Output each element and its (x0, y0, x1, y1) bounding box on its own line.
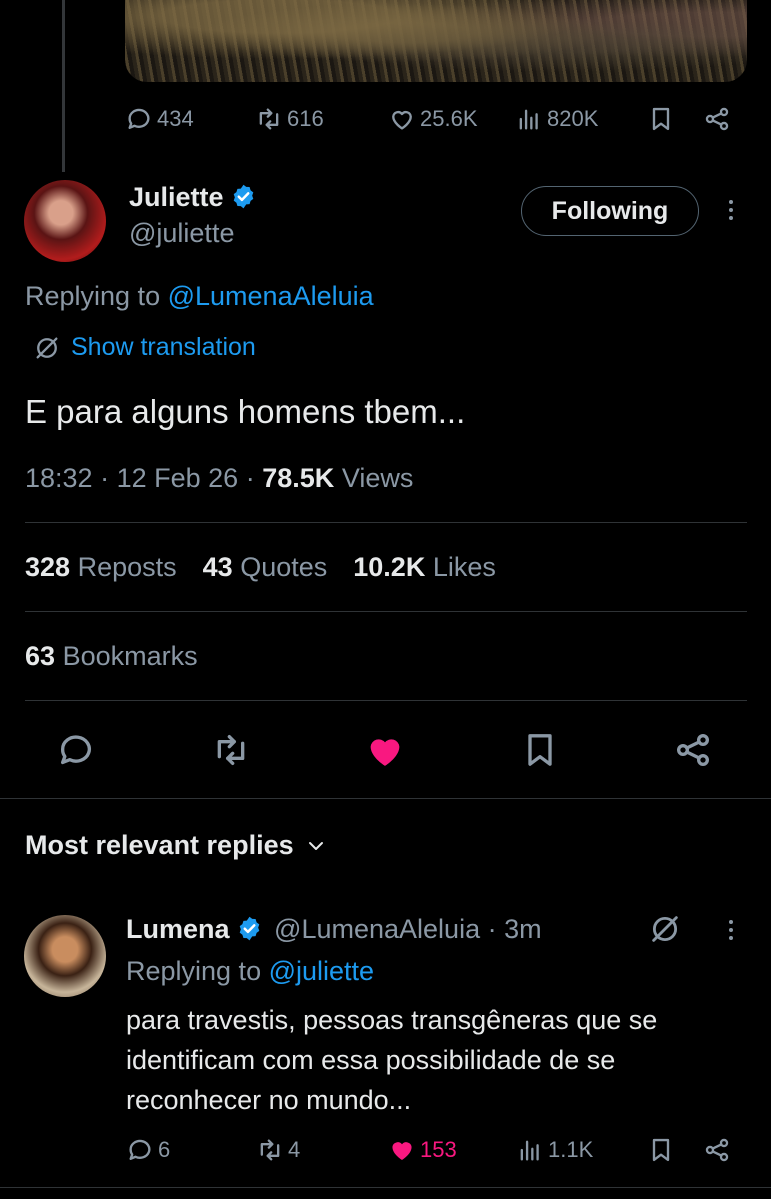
like-action[interactable]: 25.6K (388, 105, 478, 133)
bookmarks-count: 63 (25, 641, 56, 671)
reply-button[interactable] (56, 730, 96, 770)
share-button[interactable] (673, 730, 713, 770)
show-translation-label: Show translation (71, 333, 256, 361)
author-name[interactable]: Juliette (129, 182, 224, 212)
reply-action[interactable]: 434 (125, 105, 194, 133)
divider (25, 522, 747, 523)
quotes-label: Quotes (240, 552, 328, 582)
reply-count: 434 (157, 106, 194, 131)
quotes-stat[interactable]: 43 Quotes (203, 552, 328, 583)
author-handle[interactable]: @juliette (129, 218, 234, 249)
reply-like-action[interactable]: 153 (388, 1136, 457, 1164)
tweet-action-bar (0, 728, 771, 772)
reply-reply-count: 6 (158, 1137, 171, 1162)
translate-globe-icon (33, 334, 61, 362)
tweet-time[interactable]: 18:32 (25, 463, 93, 493)
quotes-count: 43 (202, 552, 233, 582)
reply-text-line: identificam com essa possibilidade de se (126, 1045, 616, 1075)
reply-header: Lumena @LumenaAleluia · 3m (126, 914, 542, 944)
section-divider (0, 1187, 771, 1188)
speech-bubble-icon (125, 105, 153, 133)
following-button[interactable]: Following (521, 186, 699, 236)
section-divider (0, 798, 771, 799)
verified-badge-icon (233, 184, 253, 209)
replies-sort-label: Most relevant replies (25, 830, 294, 860)
replies-sort-dropdown[interactable]: Most relevant replies (25, 830, 328, 861)
verified-badge-icon (239, 916, 259, 941)
reposts-label: Reposts (77, 552, 177, 582)
repost-button[interactable] (211, 730, 251, 770)
divider (25, 700, 747, 701)
tweet-views-label: Views (341, 463, 414, 493)
reply-more-vertical-icon[interactable] (726, 920, 736, 940)
show-translation-link[interactable]: Show translation (33, 333, 256, 362)
likes-count: 10.2K (353, 552, 426, 582)
previous-tweet-media-image[interactable] (125, 0, 747, 82)
bookmark-icon[interactable] (647, 1136, 675, 1164)
reposts-stat[interactable]: 328 Reposts (25, 552, 177, 583)
reply-text-line: para travestis, pessoas transgêneras que… (126, 1005, 658, 1035)
bar-chart-icon (515, 105, 543, 133)
author-avatar[interactable] (24, 180, 106, 262)
like-count: 25.6K (420, 106, 478, 131)
reply-text: para travestis, pessoas transgêneras que… (126, 1000, 657, 1120)
reply-replying-to-handle[interactable]: @juliette (269, 956, 374, 986)
repost-arrows-icon (255, 105, 283, 133)
tweet-date[interactable]: 12 Feb 26 (117, 463, 239, 493)
replying-to-label: Replying to (25, 281, 161, 311)
author-name-row: Juliette (129, 180, 257, 219)
reply-repost-action[interactable]: 4 (256, 1136, 300, 1164)
reply-author-handle[interactable]: @LumenaAleluia (274, 914, 480, 944)
reply-views-count: 1.1K (548, 1137, 594, 1162)
chevron-down-icon (304, 834, 328, 858)
reply-text-line: reconhecer no mundo... (126, 1085, 412, 1115)
reply-replying-to-label: Replying to (126, 956, 262, 986)
heart-icon (388, 105, 416, 133)
thread-connector-line (62, 0, 65, 172)
share-icon[interactable] (703, 1136, 731, 1164)
reply-author-avatar[interactable] (24, 915, 106, 997)
bookmark-button[interactable] (520, 730, 560, 770)
replying-to-line: Replying to @LumenaAleluia (25, 281, 374, 312)
views-count: 820K (547, 106, 599, 131)
engagement-stats: 328 Reposts 43 Quotes 10.2K Likes (25, 552, 496, 583)
repost-action[interactable]: 616 (255, 105, 324, 133)
reply-repost-count: 4 (288, 1137, 301, 1162)
reply-replying-to-line: Replying to @juliette (126, 956, 374, 987)
like-button-active[interactable] (364, 730, 406, 772)
reply-reply-action[interactable]: 6 (126, 1136, 170, 1164)
bookmark-icon[interactable] (647, 105, 675, 133)
reply-age[interactable]: 3m (504, 914, 542, 944)
reply-views-action[interactable]: 1.1K (516, 1136, 593, 1164)
repost-count: 616 (287, 106, 324, 131)
tweet-timestamp-line: 18:32 · 12 Feb 26 · 78.5K Views (25, 463, 414, 493)
bar-chart-icon (516, 1136, 544, 1164)
reply-actions: 6 4 153 1.1K (126, 1136, 747, 1166)
previous-tweet-actions: 434 616 25.6K 820K (125, 104, 747, 134)
share-icon[interactable] (703, 105, 731, 133)
reply-author-name[interactable]: Lumena (126, 914, 230, 944)
reposts-count: 328 (25, 552, 71, 582)
reply-like-count: 153 (420, 1137, 457, 1162)
likes-stat[interactable]: 10.2K Likes (353, 552, 496, 583)
views-action[interactable]: 820K (515, 105, 598, 133)
repost-arrows-icon (256, 1136, 284, 1164)
tweet-text: E para alguns homens tbem... (25, 393, 466, 430)
tweet-views-count: 78.5K (262, 463, 335, 493)
translate-globe-icon[interactable] (648, 912, 682, 946)
speech-bubble-icon (126, 1136, 154, 1164)
heart-icon (388, 1136, 416, 1164)
more-vertical-icon[interactable] (726, 200, 736, 220)
divider (25, 611, 747, 612)
bookmarks-stat[interactable]: 63 Bookmarks (25, 641, 198, 672)
replying-to-handle[interactable]: @LumenaAleluia (168, 281, 374, 311)
likes-label: Likes (432, 552, 496, 582)
bookmarks-label: Bookmarks (62, 641, 198, 671)
